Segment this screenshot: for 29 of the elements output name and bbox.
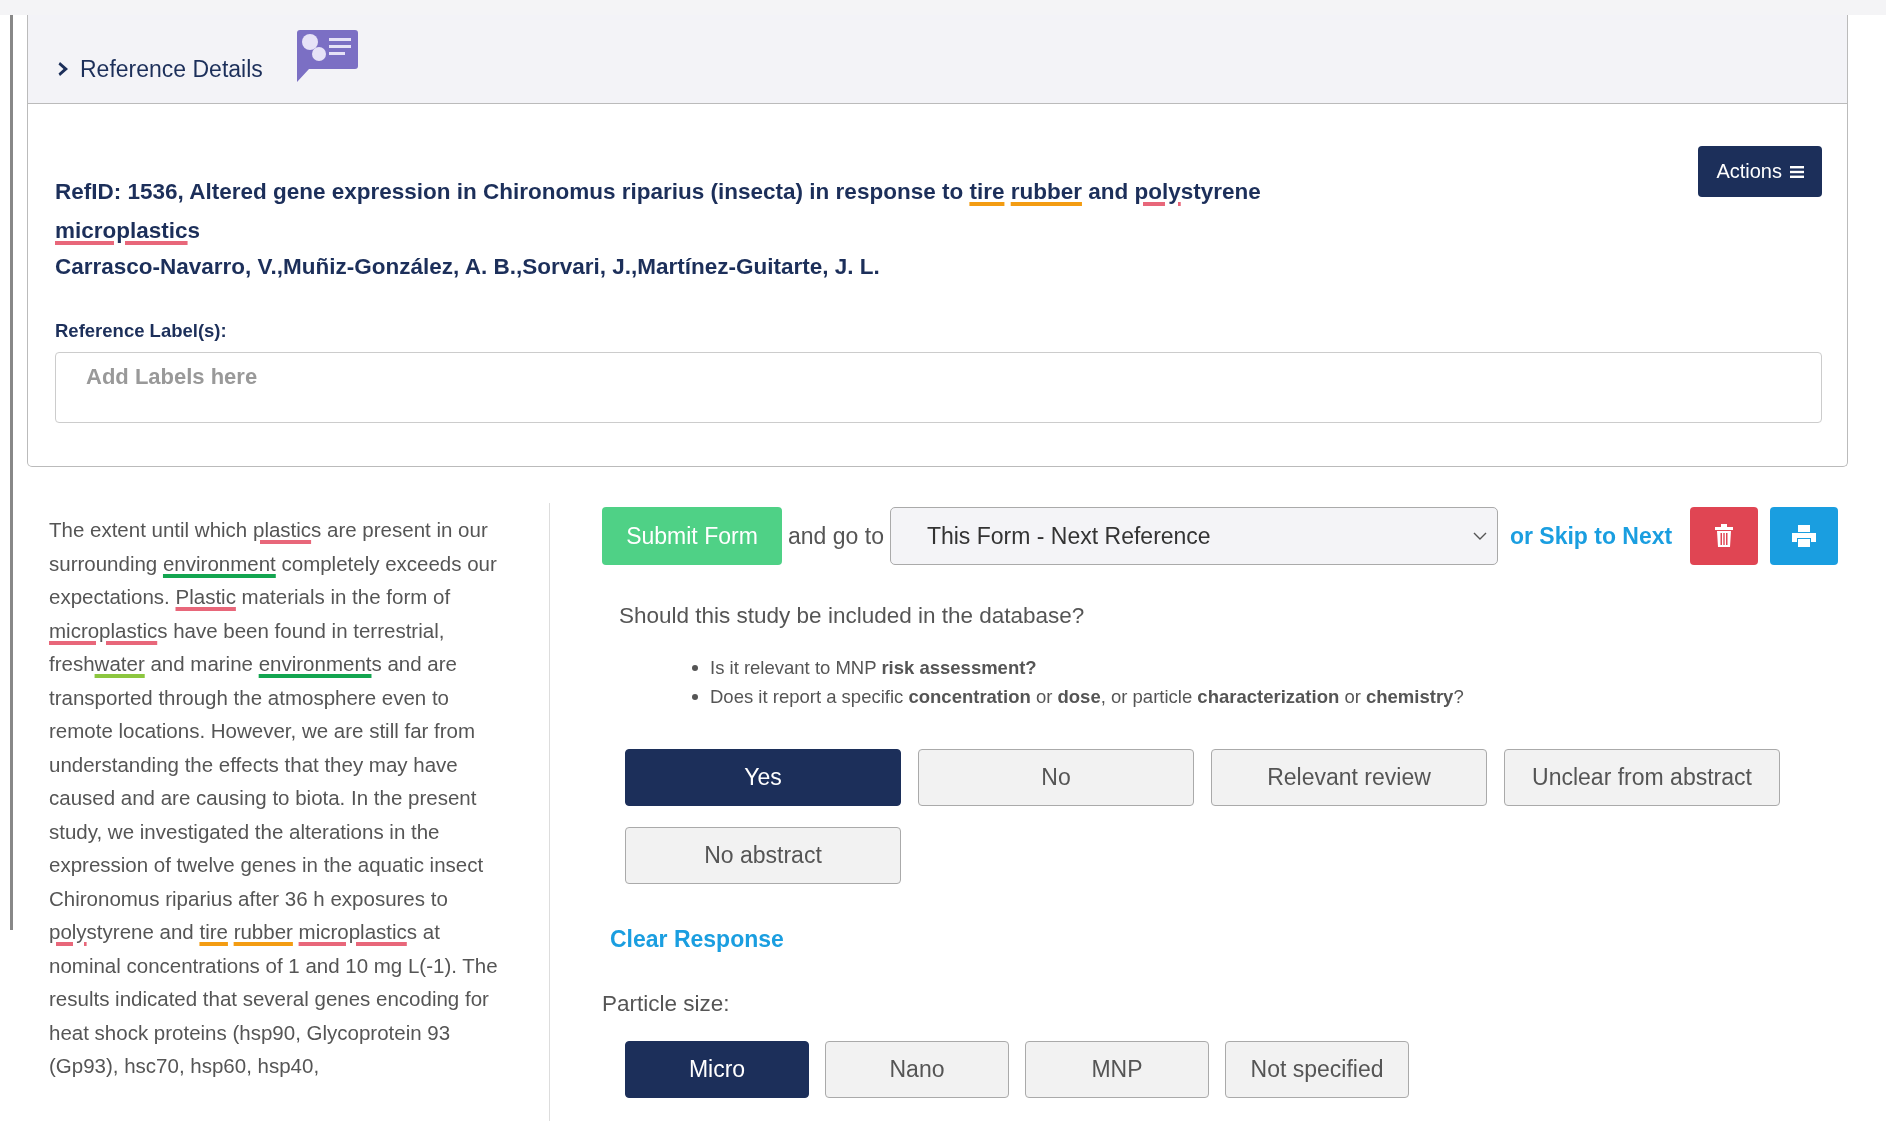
answer-option[interactable]: Relevant review — [1211, 749, 1487, 806]
labels-label: Reference Label(s): — [55, 320, 228, 342]
delete-button[interactable] — [1690, 507, 1759, 565]
answer-option[interactable]: Unclear from abstract — [1504, 749, 1780, 806]
hint-text: Does it report a specific concentration or dose, or particle characterization or chemistry? — [710, 685, 1464, 709]
reference-title: RefID: 1536, Altered gene expression in Chironomus riparius (insecta) in response to tire rubber and polystyrene microplastics — [55, 178, 1262, 245]
question-text: Should this study be included in the database? — [619, 603, 1086, 629]
particle-size-option[interactable]: Nano — [825, 1041, 1009, 1098]
goto-label: and go to — [788, 522, 884, 550]
particle-size-label: Particle size: — [602, 991, 731, 1017]
reference-details-toggle[interactable]: Reference Details — [58, 55, 263, 83]
reference-authors: Carrasco-Navarro, V.,Muñiz-González, A. B.,Sorvari, J.,Martínez-Guitarte, J. L. — [55, 253, 881, 281]
dropdown-caret-icon — [1472, 532, 1487, 540]
particle-size-option[interactable]: Not specified — [1225, 1041, 1409, 1098]
particle-size-option[interactable]: MNP — [1025, 1041, 1209, 1098]
particle-size-option[interactable]: Micro — [625, 1041, 809, 1098]
printer-icon — [1792, 525, 1817, 547]
chevron-icon — [58, 61, 70, 77]
labels-field[interactable]: Add Labels here — [55, 352, 1822, 423]
trash-icon — [1714, 524, 1735, 548]
answer-option[interactable]: No abstract — [625, 827, 901, 884]
hint-text: Is it relevant to MNP risk assessment? — [710, 656, 1037, 680]
answer-option[interactable]: Yes — [625, 749, 901, 806]
actions-button[interactable]: Actions — [1698, 146, 1822, 197]
abstract-text: The extent until which plastics are present in our surrounding environment completely exceeds our expectations. Plastic materials in the form of microplastics have been found in terrestrial, freshwater and marine environments and are transported through the atmosphere even to remote locations. However, we are still far from understanding the effects that they may have caused and are causing to biota. In the present study, we investigated the alterations in the expression of twelve genes in the aquatic insect Chironomus riparius after 36 h exposures to polystyrene and tire rubber microplastics at nominal concentrations of 1 and 10 mg L(-1). The results indicated that several genes encoding for heat shock proteins (hsp90, Glycoprotein 93 (Gp93), hsc70, hsp60, hsp40, — [49, 517, 499, 1079]
next-reference-dropdown[interactable]: This Form - Next Reference — [889, 507, 1498, 565]
answer-option[interactable]: No — [918, 749, 1194, 806]
print-button[interactable] — [1770, 507, 1839, 565]
menu-icon — [1790, 165, 1804, 178]
